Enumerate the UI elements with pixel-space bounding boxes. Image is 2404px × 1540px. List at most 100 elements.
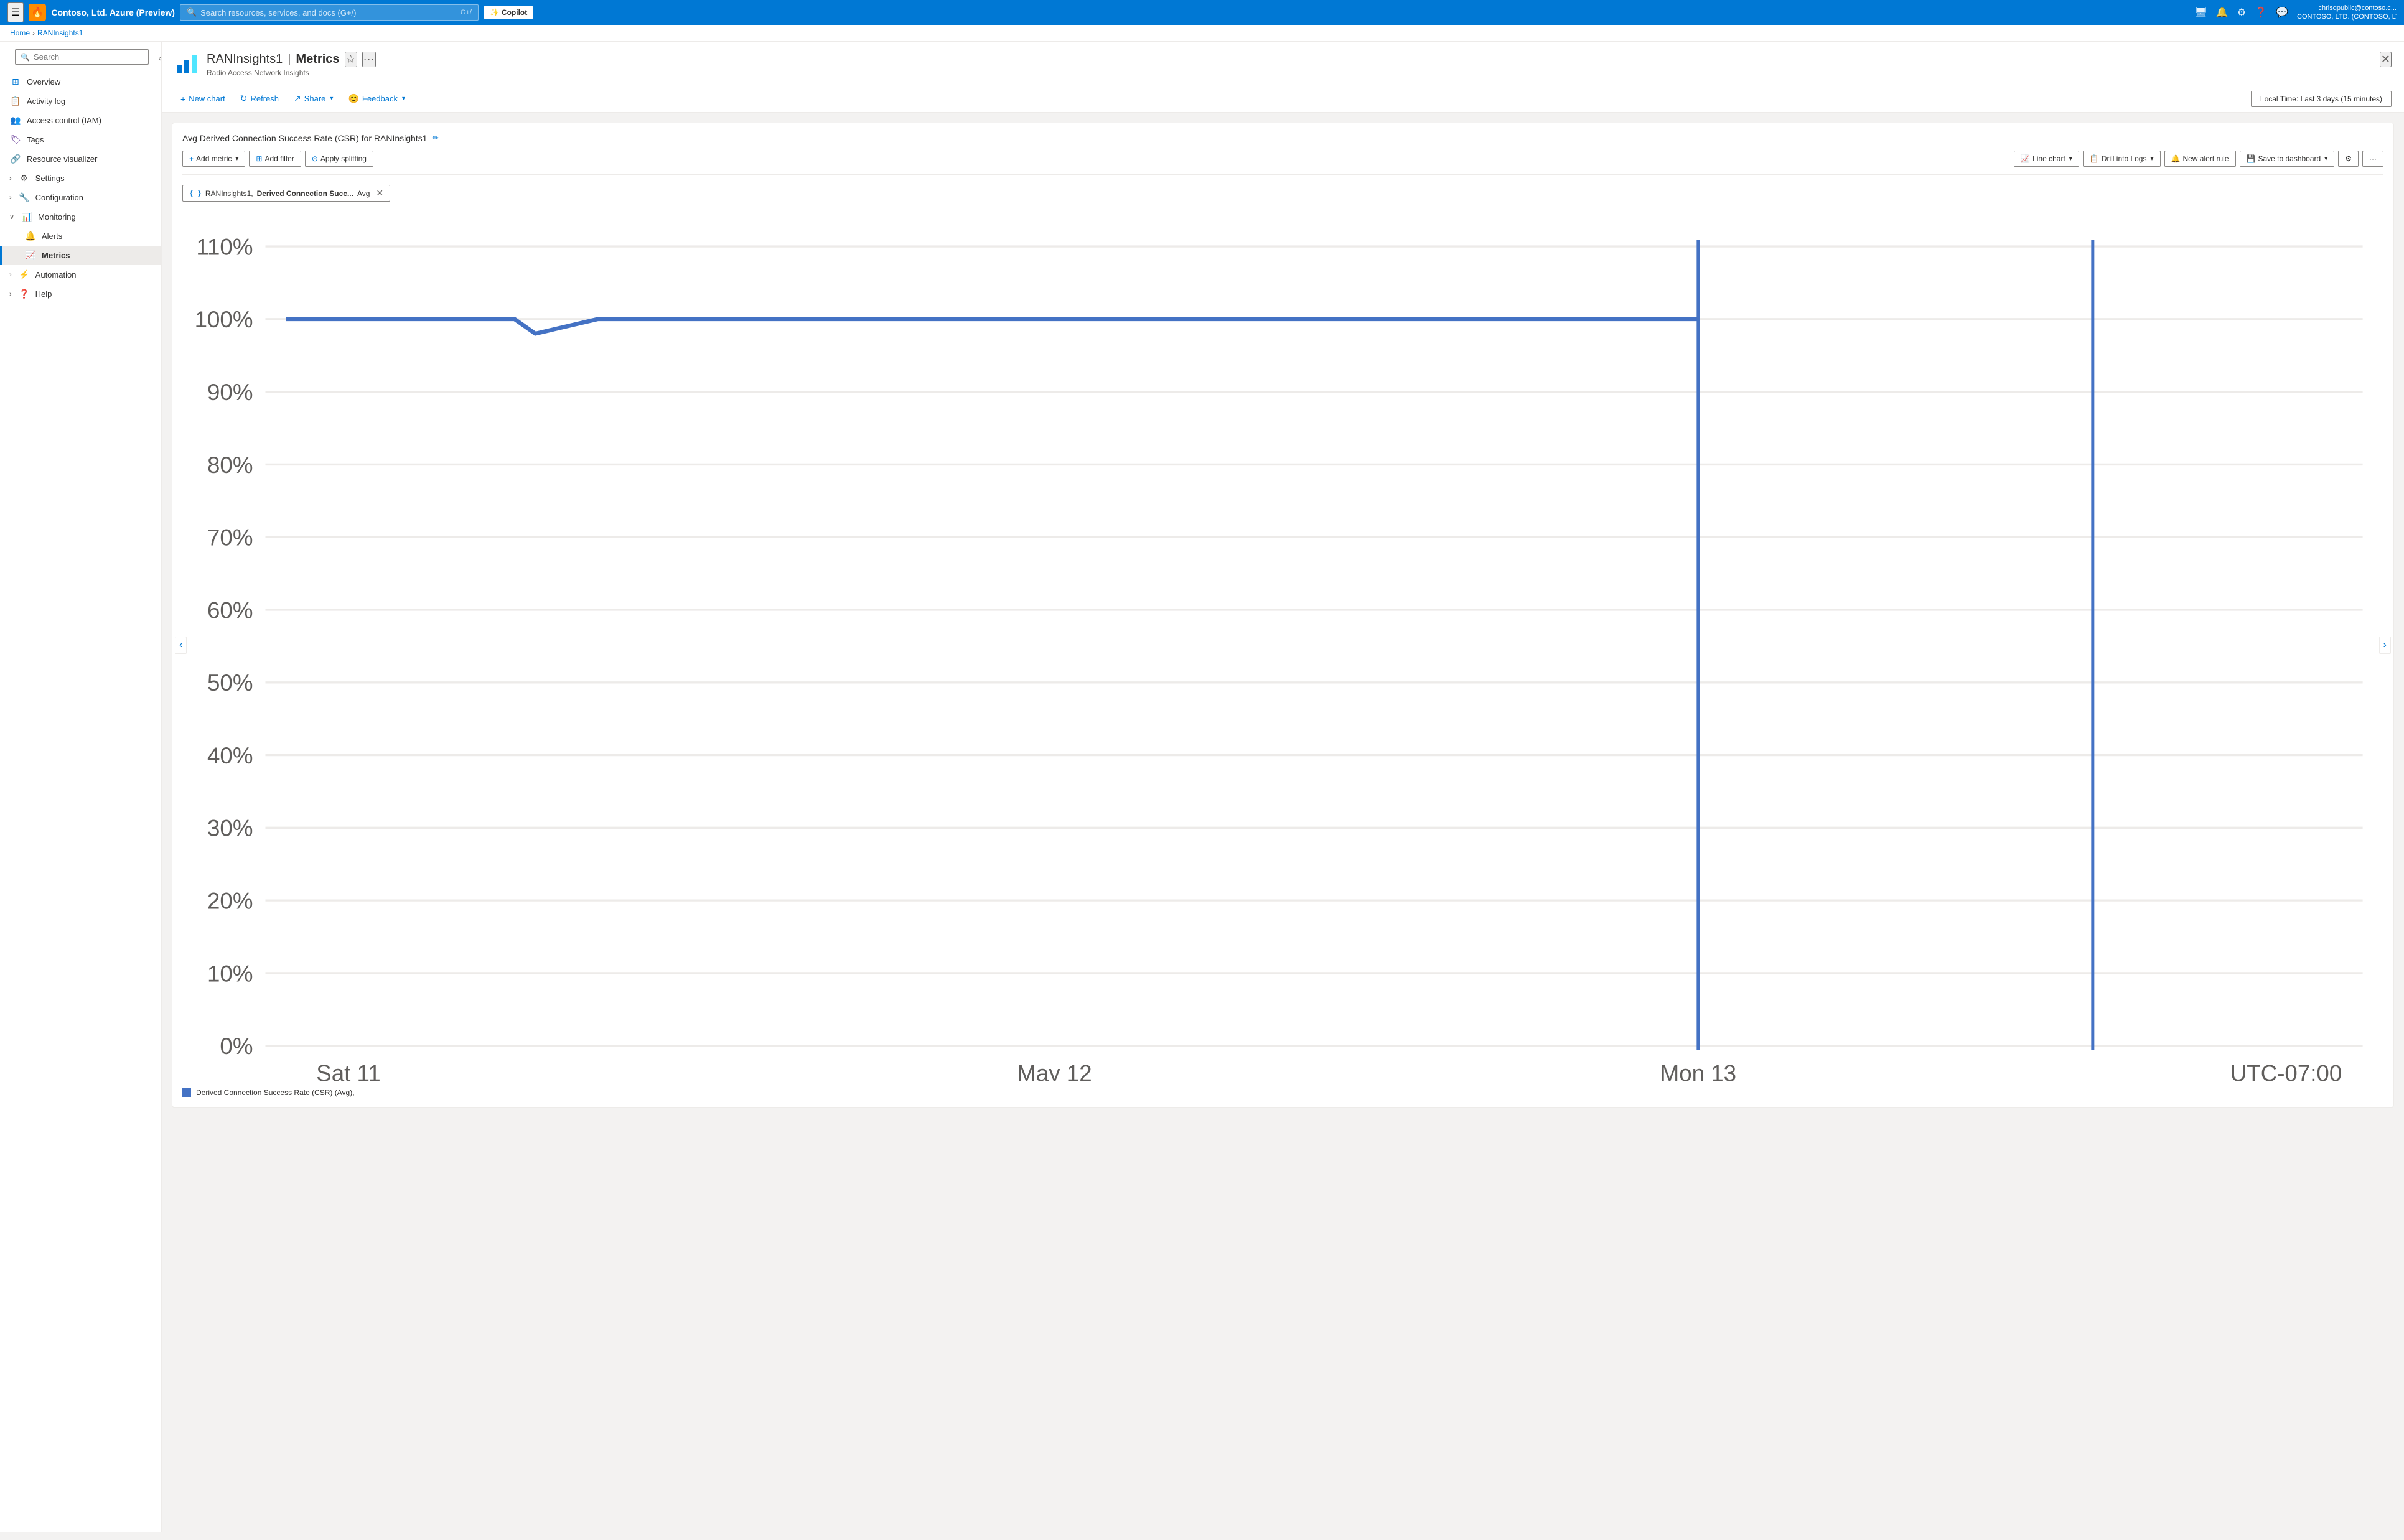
feedback-button[interactable]: 😊 Feedback ▾ xyxy=(342,90,411,107)
metrics-icon: 📈 xyxy=(24,250,37,261)
search-shortcut: G+/ xyxy=(461,9,472,16)
sidebar-item-activity-log[interactable]: 📋 Activity log xyxy=(0,91,161,111)
new-alert-rule-button[interactable]: 🔔 New alert rule xyxy=(2164,151,2236,167)
chart-nav-right-button[interactable]: › xyxy=(2379,637,2391,654)
add-metric-label: Add metric xyxy=(196,154,232,163)
sidebar-item-monitoring[interactable]: ∨ 📊 Monitoring xyxy=(0,207,161,226)
refresh-button[interactable]: ↻ Refresh xyxy=(234,90,285,107)
global-search-input[interactable] xyxy=(200,8,457,17)
user-profile[interactable]: chrisqpublic@contoso.c... CONTOSO, LTD. … xyxy=(2297,4,2397,22)
sidebar-item-metrics[interactable]: 📈 Metrics xyxy=(0,246,161,265)
top-navigation: ☰ 🔥 Contoso, Ltd. Azure (Preview) 🔍 G+/ … xyxy=(0,0,2404,25)
chart-title: Avg Derived Connection Success Rate (CSR… xyxy=(182,133,2383,143)
metric-tag-close-icon[interactable]: ✕ xyxy=(376,188,383,198)
add-metric-plus-icon: + xyxy=(189,154,194,163)
drill-into-logs-button[interactable]: 📋 Drill into Logs ▾ xyxy=(2083,151,2161,167)
main-layout: 🔍 ◇ « ⊞ Overview 📋 Activity log 👥 Access… xyxy=(0,42,2404,1532)
feedback-icon: 😊 xyxy=(348,93,358,104)
svg-text:May 12: May 12 xyxy=(1017,1060,1092,1081)
page-subtitle: Radio Access Network Insights xyxy=(207,68,2362,77)
more-options-button[interactable]: ··· xyxy=(362,52,376,67)
app-title: Contoso, Ltd. Azure (Preview) xyxy=(51,7,175,17)
sidebar-search-input[interactable] xyxy=(34,52,143,62)
copilot-button[interactable]: ✨ Copilot xyxy=(484,6,533,19)
line-chart-button[interactable]: 📈 Line chart ▾ xyxy=(2014,151,2079,167)
edit-title-icon[interactable]: ✏ xyxy=(432,133,439,143)
sidebar-item-label: Activity log xyxy=(27,96,65,106)
apply-splitting-label: Apply splitting xyxy=(320,154,367,163)
page-title-prefix: RANInsights1 xyxy=(207,52,283,67)
sidebar-item-label: Settings xyxy=(35,174,65,183)
svg-text:90%: 90% xyxy=(207,380,253,405)
refresh-icon: ↻ xyxy=(240,93,248,104)
drill-icon: 📋 xyxy=(2090,154,2099,163)
sidebar-item-label: Configuration xyxy=(35,193,83,202)
feedback-label: Feedback xyxy=(362,94,398,103)
sidebar-search-icon: 🔍 xyxy=(21,53,30,62)
add-metric-button[interactable]: + Add metric ▾ xyxy=(182,151,245,167)
feedback-nav-icon[interactable]: 💬 xyxy=(2276,6,2288,19)
svg-text:60%: 60% xyxy=(207,597,253,623)
chart-nav-left-button[interactable]: ‹ xyxy=(175,637,187,654)
automation-icon: ⚡ xyxy=(18,269,30,280)
sidebar-search-box[interactable]: 🔍 xyxy=(15,49,149,65)
share-button[interactable]: ↗ Share ▾ xyxy=(288,90,339,107)
breadcrumb: Home › RANInsights1 xyxy=(0,25,2404,42)
gear-icon[interactable]: ⚙ xyxy=(2237,6,2246,19)
line-chart-label: Line chart xyxy=(2032,154,2065,163)
chart-more-button[interactable]: ··· xyxy=(2362,151,2383,167)
metric-tag: { } RANInsights1, Derived Connection Suc… xyxy=(182,185,390,202)
alerts-icon: 🔔 xyxy=(24,231,37,241)
new-chart-label: New chart xyxy=(189,94,225,103)
time-range-button[interactable]: Local Time: Last 3 days (15 minutes) xyxy=(2251,91,2392,107)
sidebar-item-resource-visualizer[interactable]: 🔗 Resource visualizer xyxy=(0,149,161,169)
filter-icon: ⊞ xyxy=(256,154,262,163)
svg-text:Sat 11: Sat 11 xyxy=(316,1060,380,1081)
sidebar-item-help[interactable]: › ❓ Help xyxy=(0,284,161,304)
new-alert-rule-label: New alert rule xyxy=(2182,154,2229,163)
add-filter-button[interactable]: ⊞ Add filter xyxy=(249,151,301,167)
sidebar-item-label: Alerts xyxy=(42,231,62,241)
breadcrumb-resource[interactable]: RANInsights1 xyxy=(37,29,83,37)
breadcrumb-home[interactable]: Home xyxy=(10,29,30,37)
sidebar-item-label: Access control (IAM) xyxy=(27,116,101,125)
menu-icon[interactable]: ☰ xyxy=(7,2,24,22)
svg-text:UTC-07:00: UTC-07:00 xyxy=(2230,1060,2342,1081)
sidebar-item-label: Automation xyxy=(35,270,77,279)
line-chart-chevron-icon: ▾ xyxy=(2069,156,2072,162)
sidebar-item-label: Tags xyxy=(27,135,44,144)
chart-settings-button[interactable]: ⚙ xyxy=(2338,151,2359,167)
activity-log-icon: 📋 xyxy=(9,96,22,106)
close-button[interactable]: ✕ xyxy=(2380,52,2392,67)
sidebar-item-tags[interactable]: 🏷 Tags xyxy=(0,130,161,149)
page-header-text: RANInsights1 | Metrics ☆ ··· Radio Acces… xyxy=(207,52,2362,77)
sidebar-item-automation[interactable]: › ⚡ Automation xyxy=(0,265,161,284)
sidebar-item-overview[interactable]: ⊞ Overview xyxy=(0,72,161,91)
add-filter-label: Add filter xyxy=(264,154,294,163)
resource-visualizer-icon: 🔗 xyxy=(9,154,22,164)
drill-logs-label: Drill into Logs xyxy=(2102,154,2147,163)
global-search-box[interactable]: 🔍 G+/ xyxy=(180,4,479,21)
sidebar-item-alerts[interactable]: 🔔 Alerts xyxy=(0,226,161,246)
sidebar-pin-button[interactable]: ◇ xyxy=(156,52,162,65)
tags-icon: 🏷 xyxy=(9,134,22,145)
svg-text:50%: 50% xyxy=(207,670,253,696)
apply-splitting-button[interactable]: ⊙ Apply splitting xyxy=(305,151,373,167)
sidebar: 🔍 ◇ « ⊞ Overview 📋 Activity log 👥 Access… xyxy=(0,42,162,1532)
favorite-button[interactable]: ☆ xyxy=(345,52,357,67)
new-chart-button[interactable]: + New chart xyxy=(174,91,232,107)
plus-icon: + xyxy=(180,94,185,104)
configuration-expand-icon: › xyxy=(9,194,12,202)
save-to-dashboard-button[interactable]: 💾 Save to dashboard ▾ xyxy=(2240,151,2335,167)
sidebar-item-settings[interactable]: › ⚙ Settings xyxy=(0,169,161,188)
svg-text:Mon 13: Mon 13 xyxy=(1660,1060,1736,1081)
add-metric-chevron-icon: ▾ xyxy=(235,156,238,162)
sidebar-item-label: Monitoring xyxy=(38,212,76,222)
bell-icon[interactable]: 🔔 xyxy=(2216,6,2229,19)
sidebar-item-iam[interactable]: 👥 Access control (IAM) xyxy=(0,111,161,130)
question-icon[interactable]: ❓ xyxy=(2255,6,2267,19)
monitor-icon[interactable]: 🖥 xyxy=(2195,6,2207,19)
sidebar-item-configuration[interactable]: › 🔧 Configuration xyxy=(0,188,161,207)
refresh-label: Refresh xyxy=(250,94,279,103)
azure-fire-icon: 🔥 xyxy=(29,4,46,21)
